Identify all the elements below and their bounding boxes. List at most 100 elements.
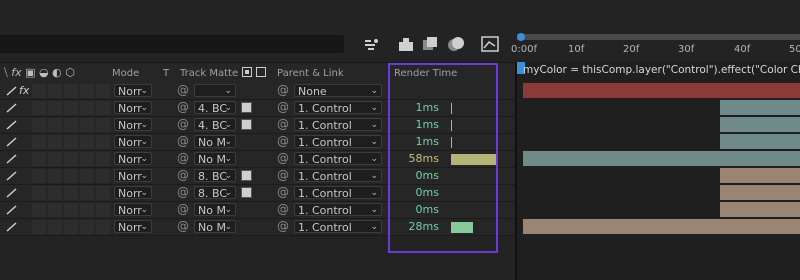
switch-cell[interactable] xyxy=(64,169,78,183)
mode-dropdown[interactable]: Norr ⌄ xyxy=(114,84,152,97)
parent-dropdown[interactable]: 1. Control ⌄ xyxy=(294,203,382,216)
switch-cell[interactable] xyxy=(96,220,110,234)
pen-icon[interactable] xyxy=(5,154,19,164)
switch-cell[interactable] xyxy=(64,152,78,166)
mode-dropdown[interactable]: Norr ⌄ xyxy=(114,169,152,182)
track-matte-dropdown[interactable]: ⌄ xyxy=(194,84,236,97)
switch-cell[interactable] xyxy=(80,203,94,217)
preserve-transparency-icon[interactable]: @ xyxy=(177,185,189,199)
track-bar[interactable] xyxy=(523,83,800,98)
track-bar[interactable] xyxy=(523,151,800,166)
pick-whip-icon[interactable]: @ xyxy=(277,151,289,165)
switch-cell[interactable] xyxy=(32,186,46,200)
search-input[interactable] xyxy=(0,35,344,53)
matte-layer-icon[interactable] xyxy=(241,187,252,198)
parent-dropdown[interactable]: 1. Control ⌄ xyxy=(294,101,382,114)
adjustment-layer-icon[interactable]: ◐ xyxy=(52,66,62,79)
switch-cell[interactable] xyxy=(96,203,110,217)
track-bar[interactable] xyxy=(720,117,800,132)
pen-icon[interactable] xyxy=(5,188,19,198)
track-bar[interactable] xyxy=(720,168,800,183)
track-bar[interactable] xyxy=(720,134,800,149)
switch-cell[interactable] xyxy=(96,84,110,98)
mode-dropdown[interactable]: Norr ⌄ xyxy=(114,186,152,199)
motion-blur-icon[interactable] xyxy=(446,34,466,54)
parent-dropdown[interactable]: 1. Control ⌄ xyxy=(294,152,382,165)
mode-column-header[interactable]: Mode xyxy=(112,68,139,79)
fx-icon[interactable]: fx xyxy=(19,84,29,97)
frame-blend-header-icon[interactable]: ▣ xyxy=(25,66,35,79)
parent-dropdown[interactable]: 1. Control ⌄ xyxy=(294,135,382,148)
switch-cell[interactable] xyxy=(96,186,110,200)
pen-icon[interactable] xyxy=(5,222,19,232)
switch-cell[interactable] xyxy=(64,220,78,234)
switch-cell[interactable] xyxy=(32,118,46,132)
switch-cell[interactable] xyxy=(48,152,62,166)
switch-cell[interactable] xyxy=(64,118,78,132)
switch-cell[interactable] xyxy=(32,220,46,234)
switch-cell[interactable] xyxy=(80,169,94,183)
parent-dropdown[interactable]: 1. Control ⌄ xyxy=(294,169,382,182)
switch-cell[interactable] xyxy=(48,186,62,200)
track-bar[interactable] xyxy=(720,185,800,200)
work-area-start-handle[interactable] xyxy=(517,33,525,41)
preserve-transparency-icon[interactable]: @ xyxy=(177,168,189,182)
parent-link-column-header[interactable]: Parent & Link xyxy=(277,68,344,79)
pick-whip-icon[interactable]: @ xyxy=(277,100,289,114)
switch-cell[interactable] xyxy=(32,84,46,98)
switch-cell[interactable] xyxy=(80,152,94,166)
switch-cell[interactable] xyxy=(64,101,78,115)
switch-cell[interactable] xyxy=(64,135,78,149)
pen-icon[interactable] xyxy=(5,103,19,113)
parent-dropdown[interactable]: 1. Control ⌄ xyxy=(294,186,382,199)
parent-dropdown[interactable]: 1. Control ⌄ xyxy=(294,220,382,233)
mode-dropdown[interactable]: Norr ⌄ xyxy=(114,135,152,148)
switch-cell[interactable] xyxy=(48,169,62,183)
switch-cell[interactable] xyxy=(96,118,110,132)
shy-icon[interactable]: ⧹ xyxy=(4,66,8,79)
fx-icon[interactable]: fx xyxy=(11,66,21,79)
switch-cell[interactable] xyxy=(96,169,110,183)
switch-cell[interactable] xyxy=(48,118,62,132)
pick-whip-icon[interactable]: @ xyxy=(277,168,289,182)
switch-cell[interactable] xyxy=(48,84,62,98)
track-matte-dropdown[interactable]: No M ⌄ xyxy=(194,220,236,233)
track-matte-dropdown[interactable]: 8. BC ⌄ xyxy=(194,186,236,199)
pick-whip-icon[interactable]: @ xyxy=(277,117,289,131)
track-matte-dropdown[interactable]: 4. BC ⌄ xyxy=(194,118,236,131)
expression-text[interactable]: myColor = thisComp.layer("Control").effe… xyxy=(523,64,800,78)
track-matte-column-header[interactable]: Track Matte xyxy=(180,68,238,79)
switch-cell[interactable] xyxy=(80,101,94,115)
t-column-header[interactable]: T xyxy=(163,68,169,79)
switch-cell[interactable] xyxy=(32,101,46,115)
switch-cell[interactable] xyxy=(32,203,46,217)
graph-editor-icon[interactable] xyxy=(480,34,500,54)
alpha-matte-icon[interactable] xyxy=(242,67,252,77)
mode-dropdown[interactable]: Norr ⌄ xyxy=(114,152,152,165)
motion-blur-header-icon[interactable]: ◒ xyxy=(39,66,49,79)
3d-layer-icon[interactable]: ⬡ xyxy=(65,66,75,79)
switch-cell[interactable] xyxy=(96,152,110,166)
pick-whip-icon[interactable]: @ xyxy=(277,83,289,97)
time-ruler[interactable]: 0:00f 10f 20f 30f 40f 50 xyxy=(511,33,800,62)
switch-cell[interactable] xyxy=(32,135,46,149)
switch-cell[interactable] xyxy=(48,135,62,149)
matte-layer-icon[interactable] xyxy=(241,170,252,181)
switch-cell[interactable] xyxy=(64,203,78,217)
pen-icon[interactable] xyxy=(5,137,19,147)
track-bar[interactable] xyxy=(523,219,800,234)
matte-layer-icon[interactable] xyxy=(241,119,252,130)
pick-whip-icon[interactable]: @ xyxy=(277,219,289,233)
preserve-transparency-icon[interactable]: @ xyxy=(177,117,189,131)
switch-cell[interactable] xyxy=(80,186,94,200)
composition-flowchart-icon[interactable] xyxy=(362,34,382,54)
pick-whip-icon[interactable]: @ xyxy=(277,185,289,199)
mode-dropdown[interactable]: Norr ⌄ xyxy=(114,220,152,233)
pen-icon[interactable] xyxy=(5,86,19,96)
switch-cell[interactable] xyxy=(32,169,46,183)
pick-whip-icon[interactable]: @ xyxy=(277,202,289,216)
switch-cell[interactable] xyxy=(80,84,94,98)
track-matte-dropdown[interactable]: 4. BC ⌄ xyxy=(194,101,236,114)
draft-3d-icon[interactable] xyxy=(396,34,416,54)
pick-whip-icon[interactable]: @ xyxy=(277,134,289,148)
